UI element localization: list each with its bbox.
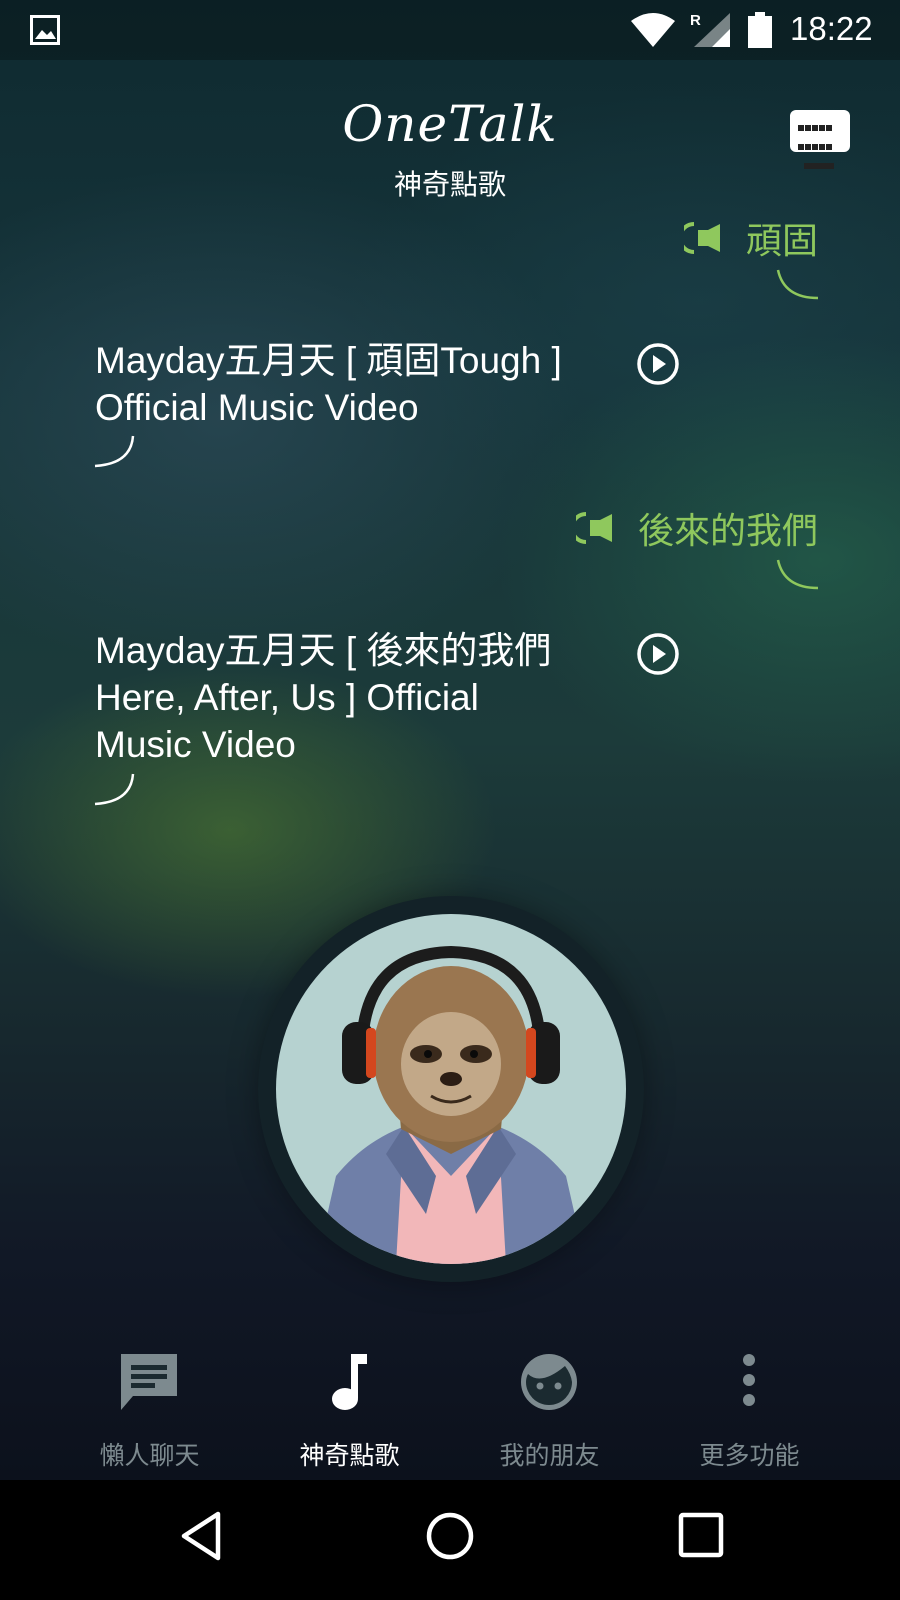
app-screen: R 18:22 OneTalk 神奇點歌 頑固 Mayday五月天 [ 頑固To… [0,0,900,1480]
recents-icon[interactable] [678,1512,724,1558]
system-navigation-bar [0,1480,900,1600]
wifi-icon [631,13,675,47]
bottom-navigation: 懶人聊天 神奇點歌 我的朋友 更多功能 [0,1330,900,1480]
speaker-icon [575,512,612,544]
play-video-button[interactable] [636,632,680,676]
nav-label: 懶人聊天 [99,1441,200,1470]
status-clock: 18:22 [790,10,873,47]
avatar[interactable] [276,914,626,1264]
sent-message[interactable]: 頑固 [683,212,818,264]
reply-bubble-tail [94,773,135,806]
keyboard-button[interactable] [790,110,850,169]
app-logo: OneTalk [342,95,558,153]
nav-more-features[interactable]: 更多功能 [637,1330,862,1480]
network-type-label: R [690,12,701,29]
sent-message[interactable]: 後來的我們 [575,502,818,554]
nav-magic-song[interactable]: 神奇點歌 [237,1330,462,1480]
nav-label: 更多功能 [699,1441,800,1470]
reply-message: Mayday五月天 [ 後來的我們 Here, After, Us ] Offi… [95,630,552,765]
sloth-with-headphones-avatar [316,945,586,1264]
nav-my-friends[interactable]: 我的朋友 [437,1330,662,1480]
status-bar: R 18:22 [0,0,900,60]
cell-signal-icon: R [690,12,730,47]
more-vert-icon [743,1354,755,1406]
nav-label: 神奇點歌 [299,1441,400,1470]
music-note-icon [332,1354,367,1410]
sent-bubble-tail [776,269,819,300]
reply-message: Mayday五月天 [ 頑固Tough ] Official Music Vid… [95,340,562,428]
nav-label: 我的朋友 [499,1441,600,1470]
reply-bubble-tail [94,435,135,468]
battery-icon [748,12,772,48]
sent-bubble-tail [776,559,819,590]
page-title: 神奇點歌 [393,168,506,201]
image-icon [30,15,60,45]
nav-lazy-chat[interactable]: 懶人聊天 [37,1330,262,1480]
speaker-icon [683,222,720,254]
sent-message-text: 頑固 [745,221,818,262]
chat-bubble-icon [121,1354,177,1410]
play-video-button[interactable] [636,342,680,386]
sent-message-text: 後來的我們 [637,511,818,552]
keyboard-icon [798,118,842,175]
face-icon [521,1354,577,1410]
back-icon[interactable] [178,1510,224,1562]
home-icon[interactable] [424,1510,476,1562]
